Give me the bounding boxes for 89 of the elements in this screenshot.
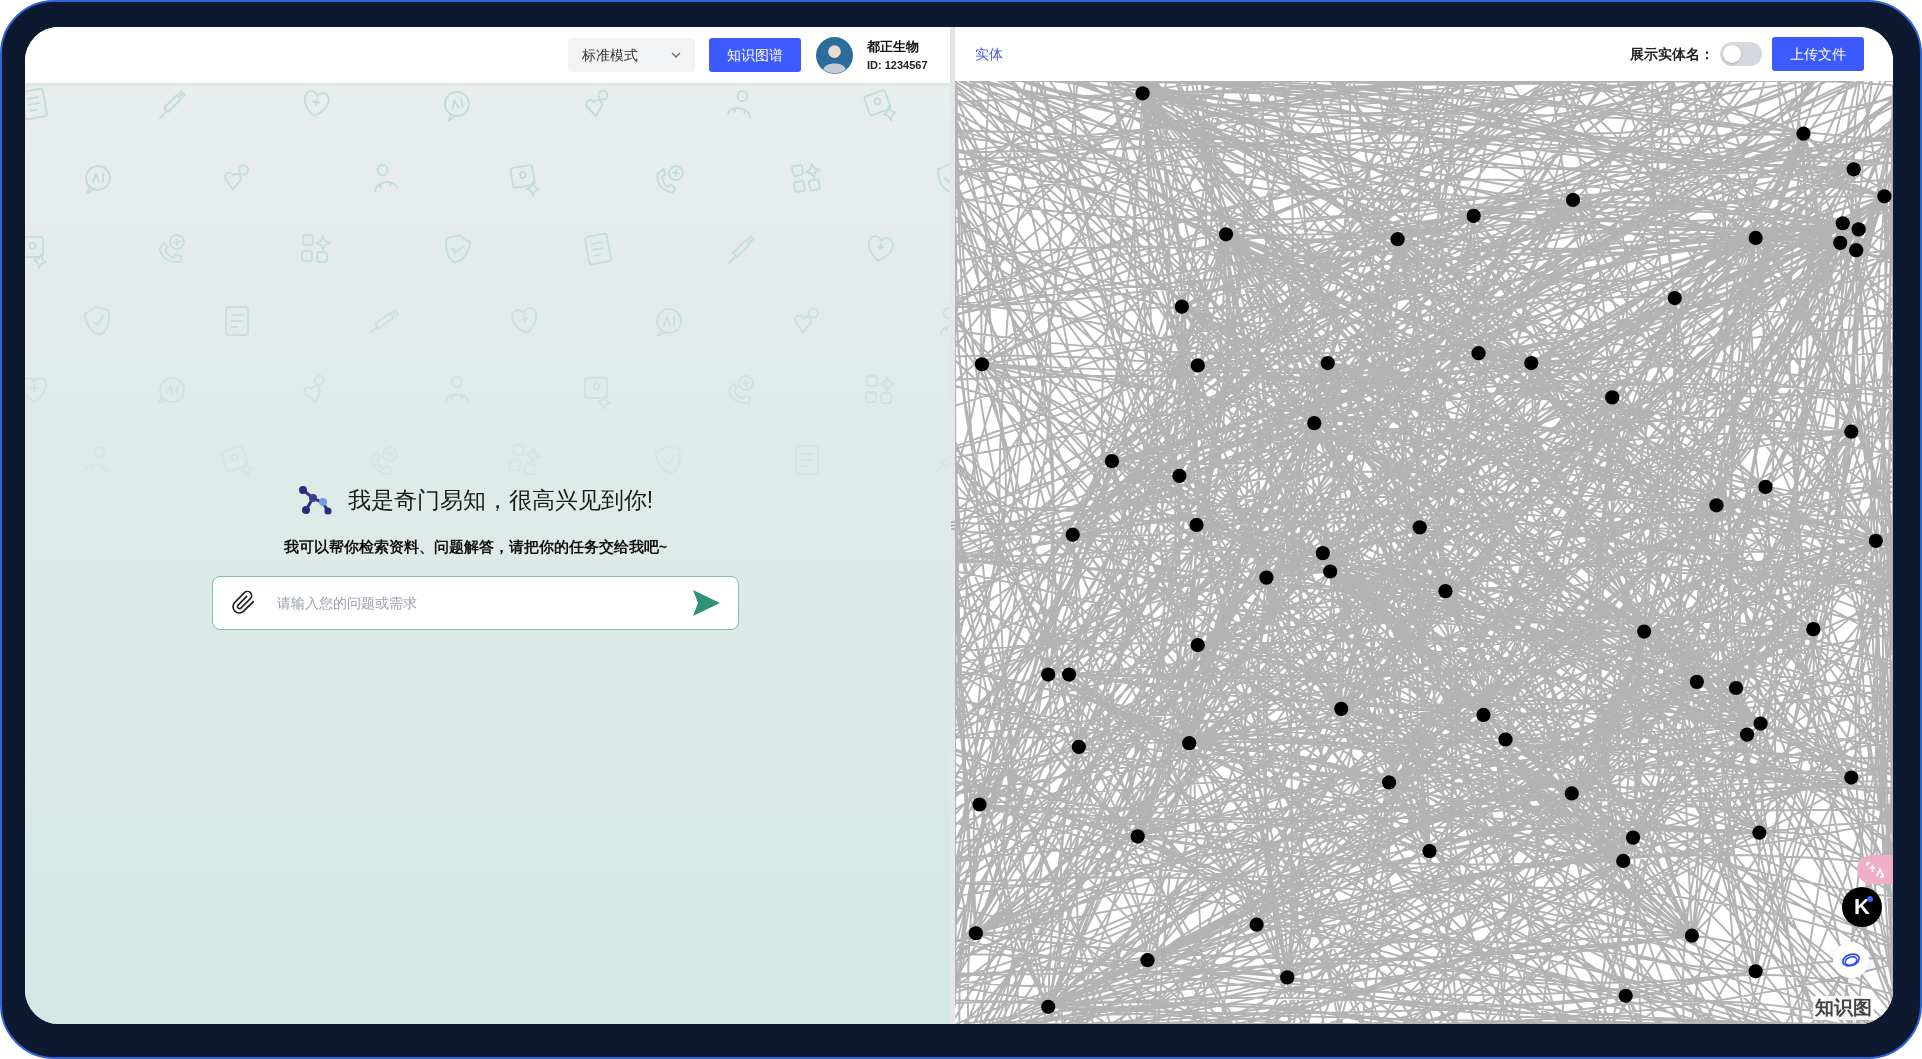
graph-node: [1065, 527, 1080, 542]
graph-node: [1422, 844, 1437, 859]
graph-node: [1190, 637, 1205, 653]
graph-node: [1605, 390, 1620, 405]
graph-node: [1849, 243, 1864, 258]
graph-node: [1320, 355, 1335, 371]
graph-node: [1071, 739, 1086, 754]
graph-node: [1625, 830, 1641, 845]
graph-node: [1130, 829, 1145, 844]
graph-node: [1851, 222, 1866, 237]
graph-node: [1182, 736, 1197, 751]
translate-icon: [1866, 861, 1884, 878]
graph-node: [1758, 479, 1773, 494]
graph-node: [974, 357, 990, 372]
mode-dropdown[interactable]: 标准模式: [568, 38, 695, 72]
graph-node: [1689, 674, 1704, 689]
chevron-down-icon: [671, 52, 681, 58]
graph-node: [1868, 533, 1883, 548]
graph-node: [1104, 454, 1120, 469]
graph-node: [1259, 570, 1274, 585]
graph-node: [1877, 189, 1892, 204]
user-id: ID: 1234567: [867, 57, 929, 72]
graph-node: [1218, 227, 1234, 242]
welcome-subtitle: 我可以帮你检索资料、问题解答，请把你的任务交给我吧~: [283, 538, 668, 557]
graph-node: [1709, 498, 1724, 513]
graph-node: [1172, 468, 1187, 483]
graph-node: [1466, 208, 1481, 223]
floating-caption: 知识图: [1813, 996, 1874, 1020]
graph-node: [1846, 162, 1861, 177]
graph-node: [1390, 232, 1405, 247]
swirl-icon: [1841, 952, 1861, 968]
graph-node: [1806, 622, 1821, 637]
graph-node: [1524, 355, 1539, 371]
graph-node: [1381, 775, 1397, 790]
chat-input-field[interactable]: 请输入您的问题或需求: [212, 576, 739, 630]
graph-node: [972, 797, 987, 812]
graph-node: [1835, 216, 1850, 231]
graph-node: [1315, 546, 1330, 561]
graph-node: [1796, 126, 1811, 141]
graph-node: [1684, 928, 1699, 943]
graph-node: [1334, 701, 1349, 716]
graph-node: [1249, 917, 1264, 932]
show-names-toggle[interactable]: [1720, 42, 1762, 66]
graph-node: [1412, 520, 1427, 535]
graph-node: [1618, 988, 1633, 1003]
graph-node: [1564, 786, 1579, 801]
translate-button[interactable]: [1857, 855, 1893, 884]
graph-node: [1637, 624, 1652, 639]
graph-node: [968, 926, 983, 941]
graph-node: [1190, 358, 1205, 373]
knowledge-graph-button[interactable]: 知识图谱: [709, 38, 801, 72]
graph-node: [1189, 517, 1204, 532]
graph-node: [1140, 953, 1155, 968]
graph-node: [1498, 732, 1513, 747]
graph-node: [1753, 716, 1768, 731]
upload-file-button[interactable]: 上传文件: [1772, 37, 1864, 71]
graph-node: [1041, 999, 1056, 1014]
user-name: 都正生物: [867, 38, 920, 55]
app-logo-icon: [297, 485, 332, 515]
graph-node: [1323, 564, 1338, 579]
graph-node: [1844, 424, 1859, 439]
welcome-title: 我是奇门易知，很高兴见到你!: [347, 486, 654, 515]
graph-node: [1728, 680, 1744, 696]
graph-node: [1438, 584, 1453, 599]
graph-node: [1174, 299, 1189, 314]
assistant-button[interactable]: K: [1842, 887, 1882, 927]
graph-node: [1844, 770, 1859, 785]
graph-node: [1565, 192, 1581, 208]
graph-node: [1061, 667, 1077, 682]
graph-node: [1748, 964, 1763, 979]
graph-node: [1476, 707, 1491, 723]
entity-link[interactable]: 实体: [975, 43, 1003, 65]
send-icon[interactable]: [692, 589, 721, 617]
graph-node: [1752, 825, 1767, 840]
graph-node: [1041, 667, 1056, 682]
drag-handle-icon[interactable]: [950, 521, 955, 530]
paperclip-icon[interactable]: [231, 590, 256, 615]
show-names-label: 展示实体名：: [1630, 44, 1714, 64]
swirl-button[interactable]: [1833, 942, 1869, 978]
graph-node: [1740, 727, 1755, 742]
graph-node: [1833, 235, 1848, 250]
graph-node: [1748, 230, 1763, 246]
graph-node: [1135, 86, 1150, 101]
graph-node: [1616, 853, 1631, 868]
graph-node: [1307, 416, 1322, 431]
graph-node: [1280, 970, 1295, 985]
avatar-icon[interactable]: [816, 36, 853, 74]
graph-node: [1667, 290, 1682, 306]
graph-node: [1471, 346, 1486, 361]
